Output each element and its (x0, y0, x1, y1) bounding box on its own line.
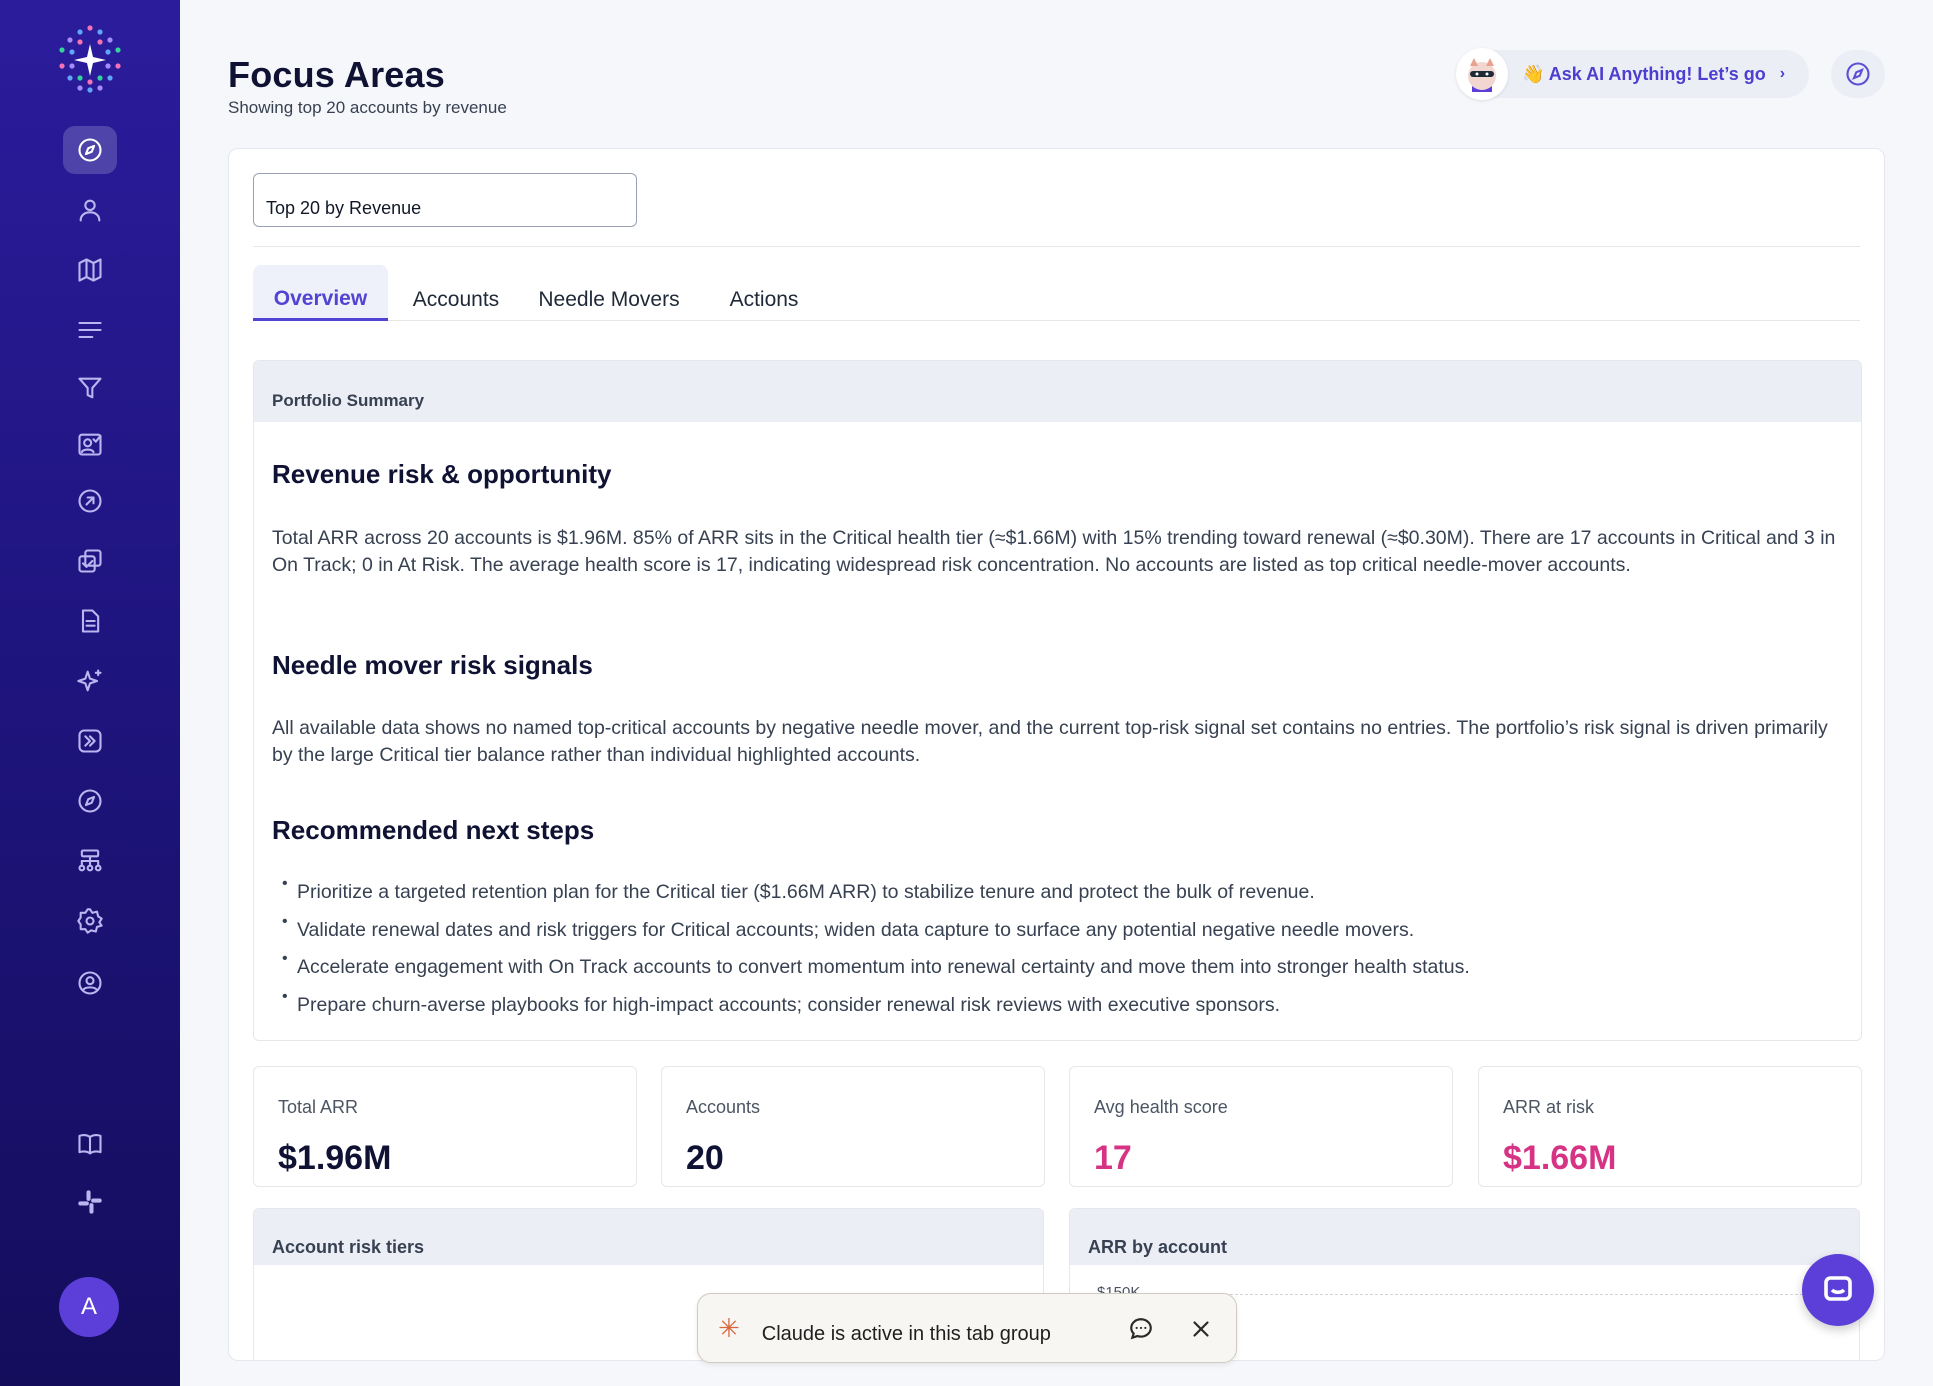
nav-document[interactable] (63, 597, 117, 645)
nav-badge-check[interactable] (63, 420, 117, 468)
stat-label: Total ARR (278, 1097, 359, 1117)
list-item: Prepare churn-averse playbooks for high-… (282, 988, 1843, 1032)
focus-filter-select[interactable]: Top 20 by Revenue (253, 173, 637, 227)
toast-text: Claude is active in this tab group (761, 1322, 1051, 1345)
section-text-revenue: Total ARR across 20 accounts is $1.96M. … (272, 527, 1836, 576)
user-circle-icon (78, 971, 102, 995)
gridline (1170, 1294, 1803, 1295)
book-icon (78, 1134, 102, 1155)
user-icon (79, 199, 101, 222)
tab-bar: Overview Accounts Needle Movers Actions (253, 265, 1860, 321)
raccoon-icon (1468, 58, 1496, 92)
close-icon[interactable] (1186, 1314, 1216, 1344)
stat-accounts: Accounts 20 (661, 1066, 1045, 1187)
page-subtitle: Showing top 20 accounts by revenue (228, 98, 507, 117)
nav-chevrons[interactable] (63, 717, 117, 765)
tab-actions[interactable]: Actions (694, 265, 834, 321)
list-icon (78, 321, 102, 339)
nav-slack[interactable] (63, 1178, 117, 1226)
compass-icon (78, 789, 102, 813)
sparkles-icon (77, 669, 102, 692)
chevrons-right-icon (78, 729, 102, 753)
stat-value: 20 (686, 1139, 724, 1177)
map-icon (78, 258, 102, 282)
nav-map[interactable] (63, 246, 117, 294)
list-item: Validate renewal dates and risk triggers… (282, 913, 1843, 957)
portfolio-summary: Portfolio Summary Revenue risk & opportu… (253, 360, 1862, 1041)
tab-accounts[interactable]: Accounts (388, 265, 524, 321)
sidebar: A (0, 0, 180, 1386)
stat-label: Avg health score (1094, 1097, 1228, 1117)
stat-arr-at-risk: ARR at risk $1.66M (1478, 1066, 1862, 1187)
list-item: Prioritize a targeted retention plan for… (282, 875, 1843, 919)
nav-arrow-circle[interactable] (63, 477, 117, 525)
hierarchy-icon (78, 849, 102, 872)
user-avatar[interactable]: A (59, 1277, 119, 1337)
document-icon (81, 609, 100, 633)
nav-profile[interactable] (63, 959, 117, 1007)
stat-label: Accounts (686, 1097, 761, 1117)
panel-title: ARR by account (1070, 1209, 1859, 1265)
ask-ai-button[interactable]: 👋 Ask AI Anything! Let’s go › (1456, 48, 1810, 100)
nav-settings[interactable] (63, 897, 117, 945)
ai-assistant-avatar (1456, 48, 1508, 100)
slack-icon (78, 1190, 102, 1214)
stat-value: 17 (1094, 1139, 1132, 1177)
compass-icon (1846, 62, 1870, 86)
nav-compass-2[interactable] (63, 777, 117, 825)
app-logo[interactable] (52, 22, 128, 98)
section-title-needle: Needle mover risk signals (272, 650, 593, 680)
section-title-steps: Recommended next steps (272, 815, 595, 845)
nav-compass[interactable] (63, 126, 117, 174)
chat-bubble-icon (1824, 1276, 1852, 1301)
panel-title: Account risk tiers (254, 1209, 1043, 1265)
tab-needle-movers[interactable]: Needle Movers (524, 265, 694, 321)
tab-overview[interactable]: Overview (253, 265, 388, 321)
gear-icon (77, 908, 103, 934)
badge-check-icon (78, 433, 102, 456)
steps-list: Prioritize a targeted retention plan for… (282, 875, 1843, 1032)
claude-spark-icon: ✳ (718, 1312, 740, 1343)
arrow-up-right-circle-icon (78, 489, 102, 513)
filter-icon (78, 377, 102, 399)
section-title-revenue: Revenue risk & opportunity (272, 459, 612, 489)
nav-docs[interactable] (63, 1120, 117, 1168)
focus-card: Top 20 by Revenue Overview Accounts Need… (228, 148, 1885, 1361)
summary-header: Portfolio Summary (254, 361, 1861, 422)
stat-label: ARR at risk (1503, 1097, 1595, 1117)
copy-check-icon (78, 549, 102, 573)
ask-ai-label: 👋 Ask AI Anything! Let’s go (1522, 63, 1766, 84)
section-text-needle: All available data shows no named top-cr… (272, 717, 1828, 766)
page-title: Focus Areas (228, 54, 445, 95)
nav-user[interactable] (63, 186, 117, 234)
stat-value: $1.96M (278, 1139, 392, 1177)
nav-filter[interactable] (63, 364, 117, 412)
nav-list[interactable] (63, 306, 117, 354)
main-content: Focus Areas Showing top 20 accounts by r… (180, 0, 1933, 1386)
stat-avg-health: Avg health score 17 (1069, 1066, 1453, 1187)
nav-copy-check[interactable] (63, 537, 117, 585)
chevron-right-icon: › (1779, 65, 1786, 82)
claude-toast: ✳ Claude is active in this tab group (697, 1293, 1237, 1363)
list-item: Accelerate engagement with On Track acco… (282, 950, 1843, 994)
divider (253, 246, 1860, 247)
nav-hierarchy[interactable] (63, 837, 117, 885)
compass-button[interactable] (1831, 50, 1885, 98)
stat-total-arr: Total ARR $1.96M (253, 1066, 637, 1187)
stat-value: $1.66M (1503, 1139, 1617, 1177)
compass-icon (78, 138, 102, 162)
nav-sparkles[interactable] (63, 657, 117, 705)
chat-icon[interactable] (1126, 1314, 1156, 1344)
support-chat-button[interactable] (1802, 1254, 1874, 1326)
